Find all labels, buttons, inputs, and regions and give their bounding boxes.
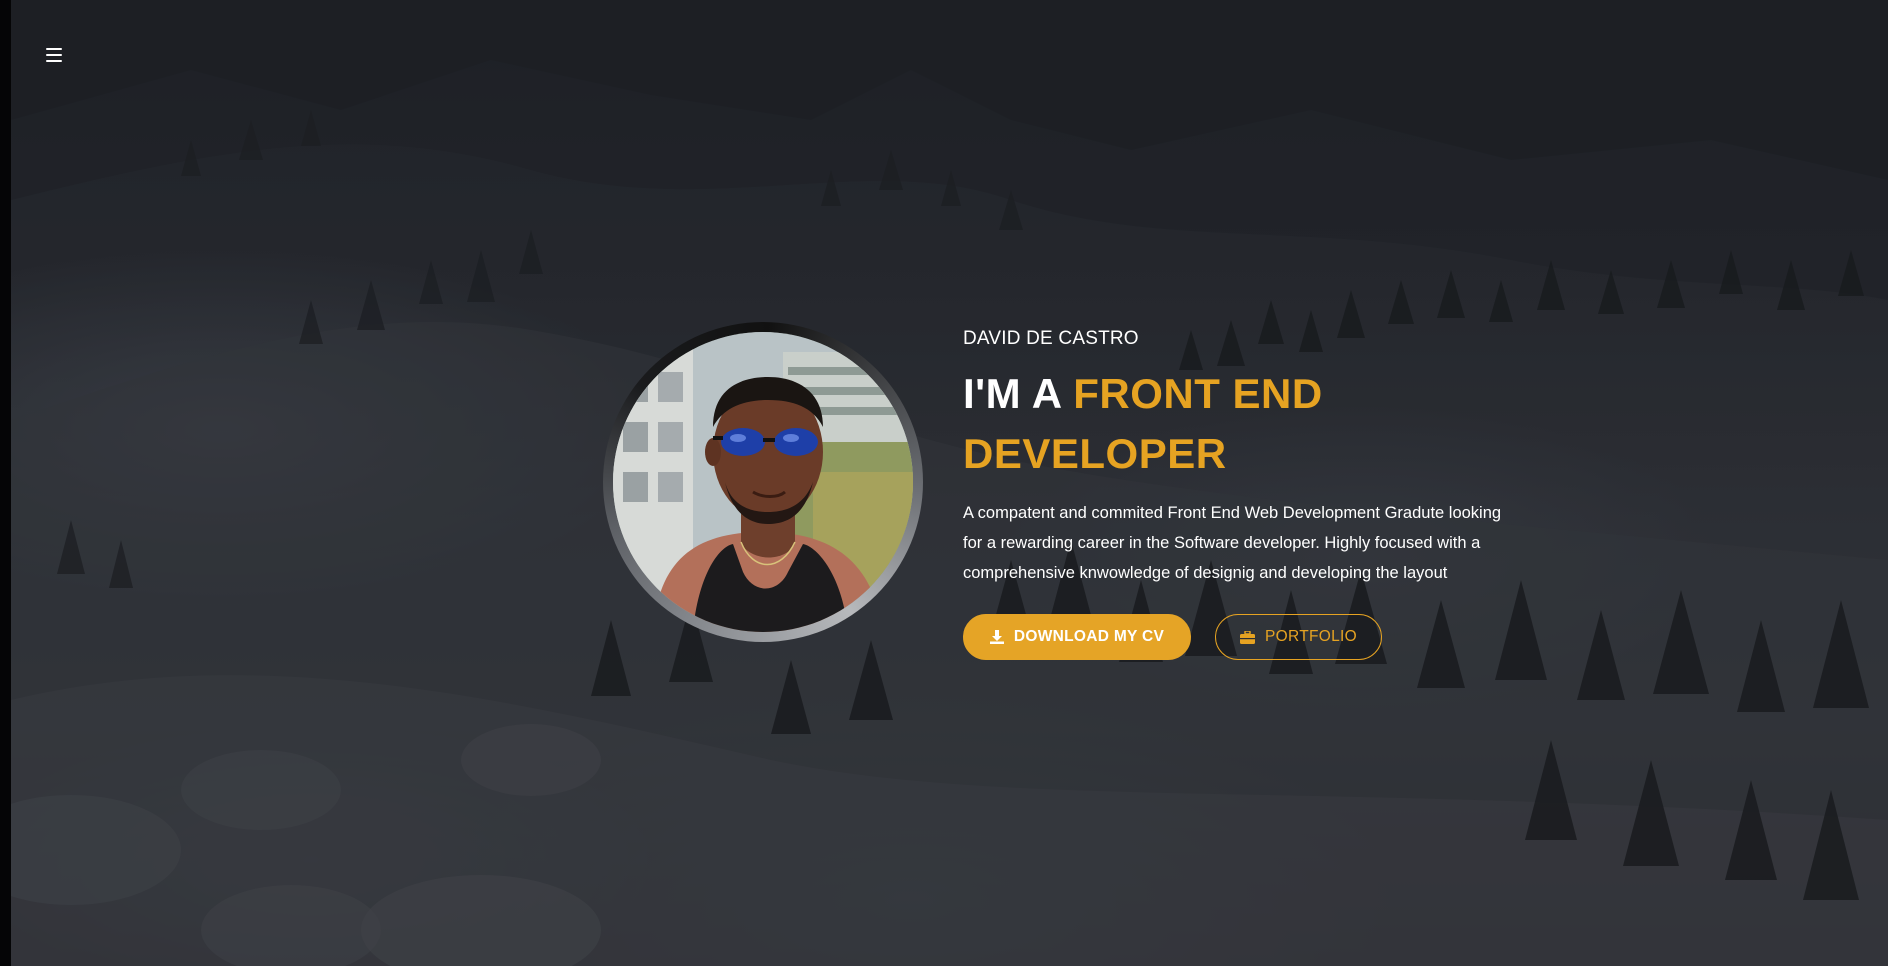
download-cv-button[interactable]: DOWNLOAD MY CV <box>963 614 1191 660</box>
window-edge <box>0 0 11 966</box>
hamburger-menu-icon[interactable] <box>46 48 64 64</box>
portrait-illustration <box>613 332 913 632</box>
background-overlay <box>11 0 1888 966</box>
hero-description: A compatent and commited Front End Web D… <box>963 504 1502 582</box>
download-cv-label: DOWNLOAD MY CV <box>1013 628 1165 645</box>
hero-background <box>11 0 1888 966</box>
hero-name: DAVID DE CASTRO <box>963 328 1139 349</box>
portfolio-label: PORTFOLIO <box>1265 628 1357 645</box>
hero-actions: DOWNLOAD MY CV PORTFOLIO <box>963 614 1523 660</box>
hero-title: I'M A FRONT END DEVELOPER <box>963 364 1523 484</box>
hero-title-prefix: I'M A <box>963 370 1074 417</box>
profile-photo <box>613 332 913 632</box>
download-icon <box>989 630 1004 644</box>
portfolio-button[interactable]: PORTFOLIO <box>1215 614 1382 660</box>
hero-content: DAVID DE CASTRO I'M A FRONT END DEVELOPE… <box>963 328 1523 660</box>
page: DAVID DE CASTRO I'M A FRONT END DEVELOPE… <box>0 0 1888 966</box>
profile-picture <box>603 322 923 642</box>
briefcase-icon <box>1240 630 1255 644</box>
